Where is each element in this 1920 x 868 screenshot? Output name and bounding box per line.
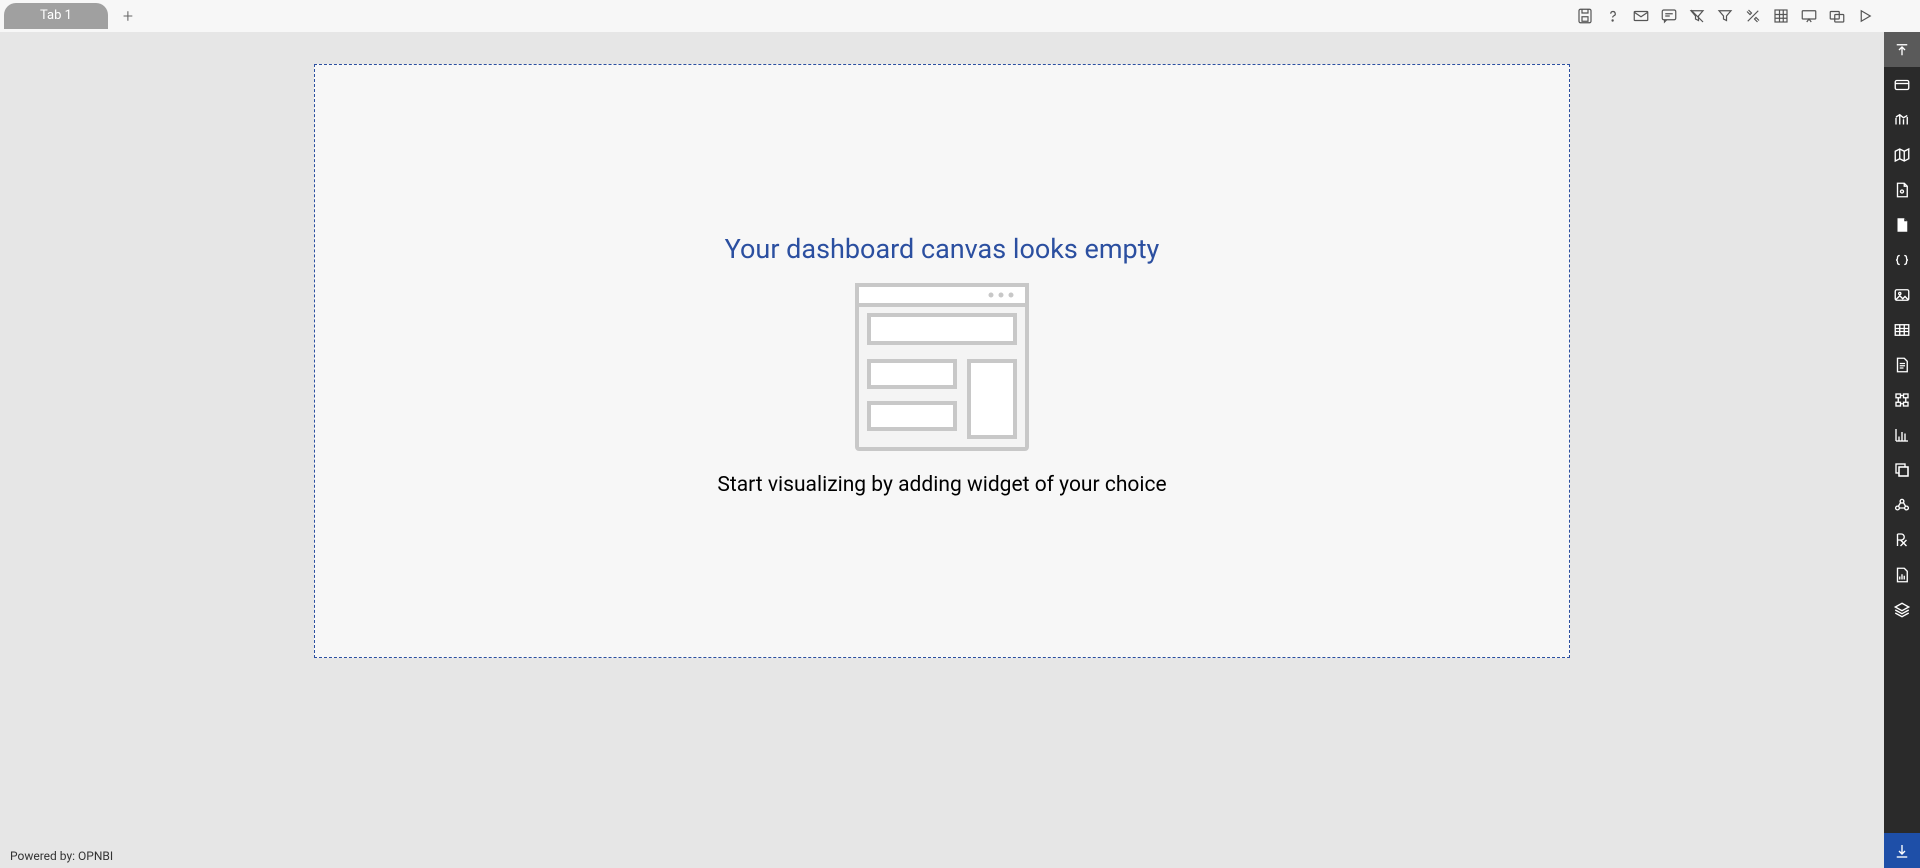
share-icon[interactable]: [1826, 5, 1848, 27]
report-icon[interactable]: [1884, 557, 1920, 592]
filter-disabled-icon[interactable]: [1686, 5, 1708, 27]
code-icon[interactable]: [1884, 242, 1920, 277]
page-icon[interactable]: [1884, 347, 1920, 382]
tab-active[interactable]: Tab 1: [4, 3, 108, 29]
comment-icon[interactable]: [1658, 5, 1680, 27]
layers-icon[interactable]: [1884, 592, 1920, 627]
filter-icon[interactable]: [1714, 5, 1736, 27]
export-bottom-icon[interactable]: [1884, 833, 1920, 868]
top-toolbar: [1574, 0, 1876, 32]
prescription-icon[interactable]: [1884, 522, 1920, 557]
right-sidebar: [1884, 32, 1920, 868]
image-icon[interactable]: [1884, 277, 1920, 312]
powered-by-label: Powered by:: [10, 849, 75, 863]
save-icon[interactable]: [1574, 5, 1596, 27]
empty-subtitle: Start visualizing by adding widget of yo…: [717, 473, 1166, 497]
powered-by-name: OPNBI: [78, 849, 113, 863]
mail-icon[interactable]: [1630, 5, 1652, 27]
play-icon[interactable]: [1854, 5, 1876, 27]
document-icon[interactable]: [1884, 172, 1920, 207]
dashboard-canvas[interactable]: Your dashboard canvas looks empty Start …: [314, 64, 1570, 658]
canvas-outer: Your dashboard canvas looks empty Start …: [0, 32, 1884, 844]
tab-bar: Tab 1 +: [0, 0, 1920, 32]
grid-icon[interactable]: [1770, 5, 1792, 27]
cluster-icon[interactable]: [1884, 487, 1920, 522]
map-icon[interactable]: [1884, 137, 1920, 172]
main-area: Your dashboard canvas looks empty Start …: [0, 32, 1884, 844]
empty-dashboard-icon: [855, 283, 1029, 455]
collapse-top-icon[interactable]: [1884, 32, 1920, 67]
file-icon[interactable]: [1884, 207, 1920, 242]
chart-icon[interactable]: [1884, 102, 1920, 137]
table-icon[interactable]: [1884, 312, 1920, 347]
help-icon[interactable]: [1602, 5, 1624, 27]
empty-title: Your dashboard canvas looks empty: [725, 233, 1160, 265]
hierarchy-icon[interactable]: [1884, 382, 1920, 417]
add-tab-button[interactable]: +: [116, 4, 140, 28]
card-icon[interactable]: [1884, 67, 1920, 102]
presentation-icon[interactable]: [1798, 5, 1820, 27]
footer: Powered by: OPNBI: [0, 844, 1884, 868]
bar-chart-icon[interactable]: [1884, 417, 1920, 452]
tools-icon[interactable]: [1742, 5, 1764, 27]
copy-icon[interactable]: [1884, 452, 1920, 487]
